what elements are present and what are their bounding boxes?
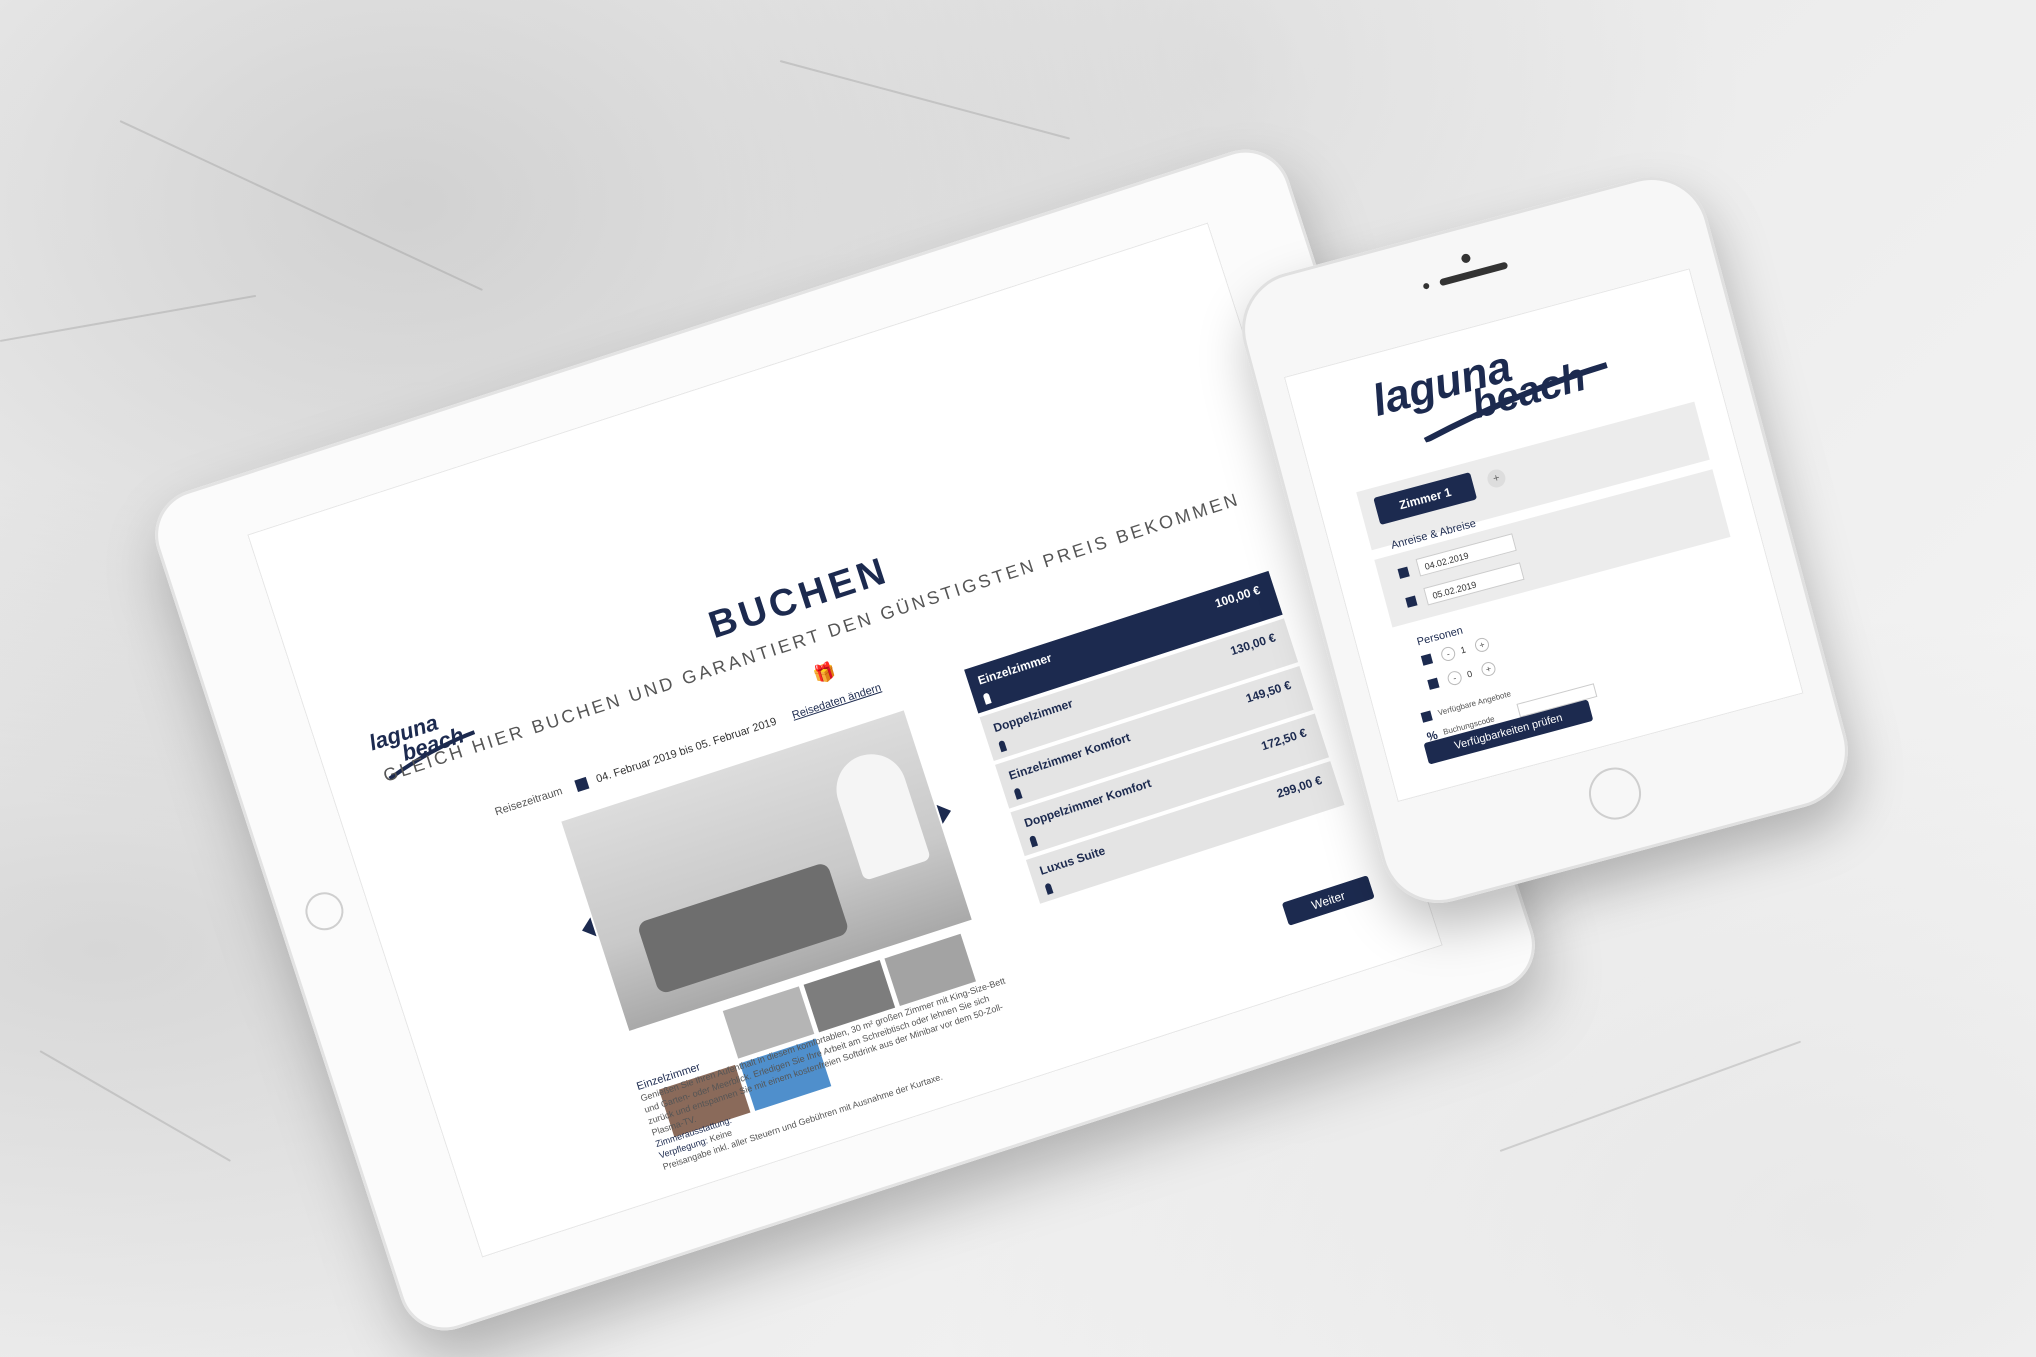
next-button[interactable]: Weiter [1281,875,1375,926]
person-icon [1028,835,1039,848]
children-decrement-button[interactable]: - [1446,669,1464,687]
suitcase-icon [1420,710,1433,723]
children-increment-button[interactable]: + [1479,660,1498,678]
change-dates-link[interactable]: Reisedaten ändern [791,682,883,722]
gallery-next-arrow-icon[interactable] [936,801,955,824]
calendar-icon [574,776,590,793]
gift-icon: 🎁 [810,660,839,687]
gallery-prev-arrow-icon[interactable] [578,917,597,941]
sofa-image [636,861,850,995]
child-icon [1427,677,1440,690]
person-icon [1044,882,1054,895]
period-label: Reisezeitraum [493,785,565,819]
tablet-home-button[interactable] [300,887,349,936]
room-name: Einzelzimmer [976,650,1054,688]
person-icon [1013,787,1023,800]
person-icon [982,692,992,705]
phone-sensor [1422,282,1430,290]
room-price: 100,00 € [1213,582,1262,611]
room-name: Luxus Suite [1037,843,1107,878]
adults-increment-button[interactable]: + [1473,636,1491,654]
adults-count: 1 [1459,644,1467,656]
room-list: Einzelzimmer 100,00 € Doppelzimmer 130,0… [964,570,1346,908]
room-price: 149,50 € [1244,677,1293,706]
phone-speaker [1438,261,1509,287]
marble-vein [119,120,483,291]
room-price: 299,00 € [1274,773,1324,801]
room-price: 130,00 € [1228,630,1278,659]
adults-decrement-button[interactable]: - [1439,645,1457,663]
marble-vein [779,60,1071,140]
adults-icon [1420,653,1434,666]
lamp-image [827,745,932,881]
room-gallery-main-image [561,710,976,1138]
person-icon [998,739,1008,753]
marble-vein [1499,1040,1802,1152]
children-count: 0 [1465,668,1474,680]
marble-vein [0,294,257,342]
phone-camera [1460,252,1472,264]
marble-vein [39,1050,232,1162]
phone-screen: laguna beach Zimmer 1 + Anreise & Abreis… [1283,268,1804,803]
phone-home-button[interactable] [1583,761,1647,826]
offers-label: Verfügbare Angebote [1436,689,1512,718]
persons-label: Personen [1415,624,1465,649]
room-price: 172,50 € [1259,725,1309,754]
